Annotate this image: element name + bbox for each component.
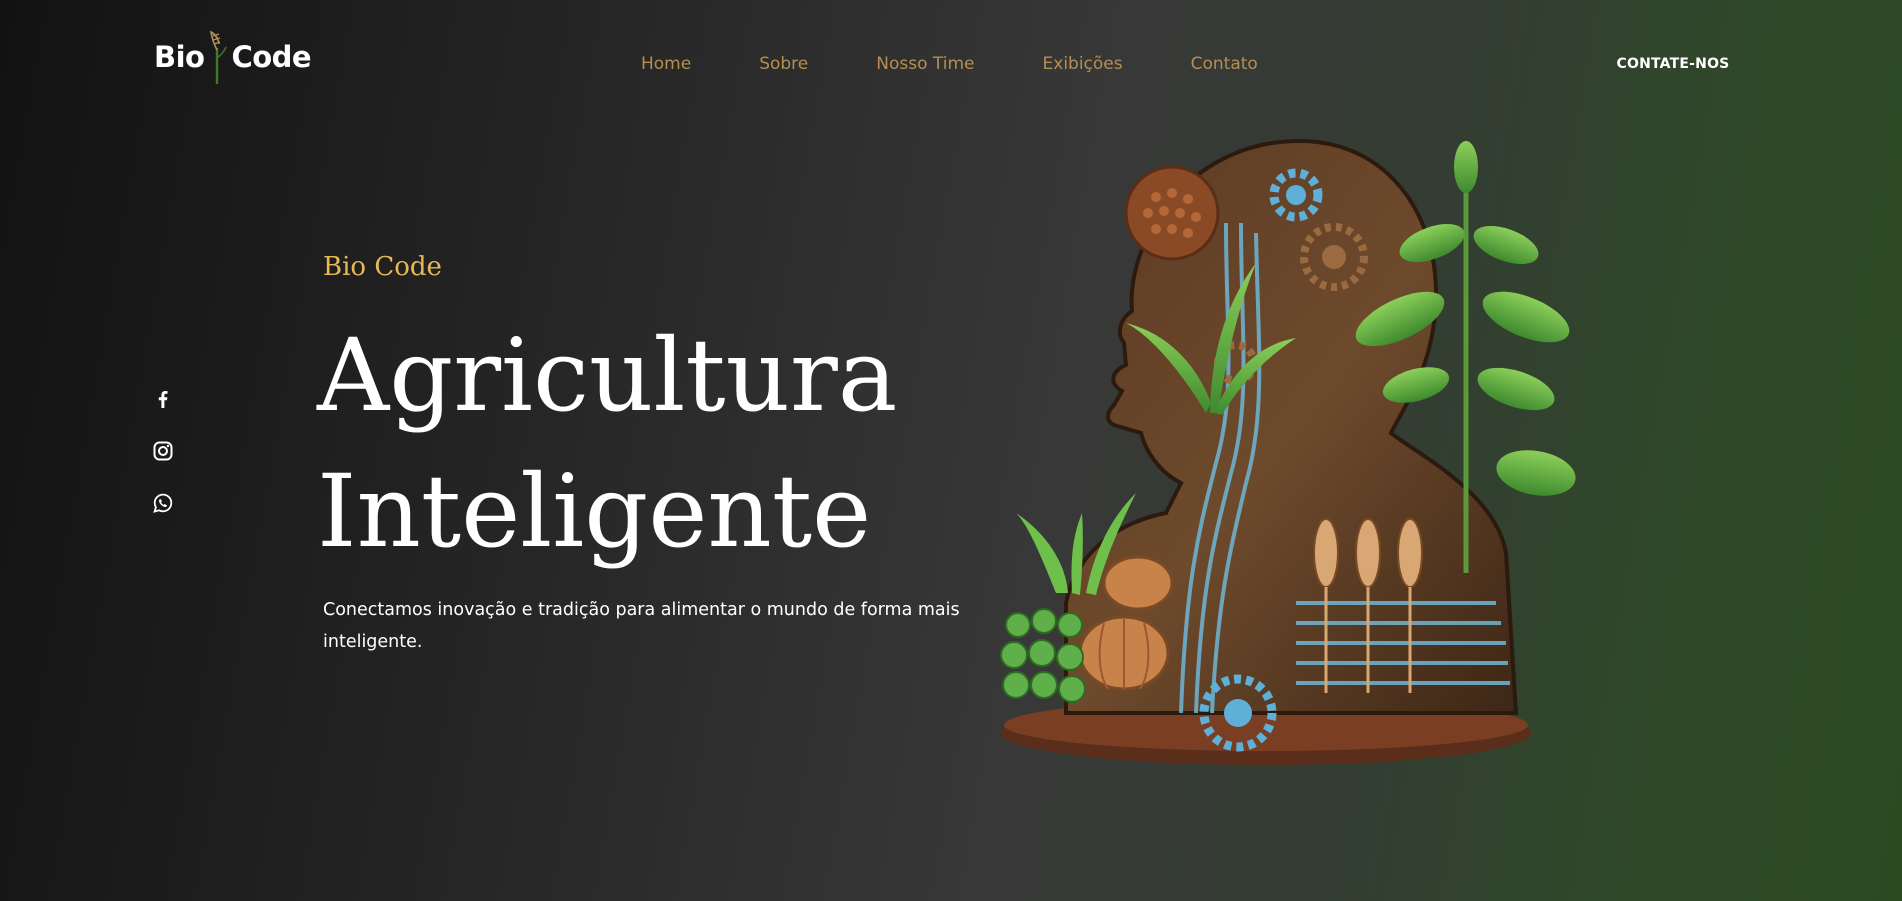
nav-home[interactable]: Home [641,52,691,76]
hero-headline-line2: Inteligente [317,453,872,570]
bio-tech-head-illustration [1000,138,1576,765]
hero-headline: Agricultura Inteligente [317,308,897,580]
hero-illustration [996,133,1576,773]
hero-subtitle: Conectamos inovação e tradição para alim… [323,600,960,652]
main-nav: Home Sobre Nosso Time Exibições Contato [641,52,1258,76]
facebook-icon[interactable] [152,388,174,410]
nav-sobre[interactable]: Sobre [759,52,808,76]
contact-us-button[interactable]: CONTATE-NOS [1610,52,1736,76]
sprout-icon [210,30,228,84]
hero-headline-line1: Agricultura [317,317,898,434]
nav-contato[interactable]: Contato [1191,52,1258,76]
brand-logo[interactable]: Bio Code [154,28,312,86]
hero-eyebrow: Bio Code [323,252,442,282]
instagram-icon[interactable] [152,440,174,462]
brand-name-part1: Bio [154,40,205,74]
whatsapp-icon[interactable] [152,492,174,514]
nav-exibicoes[interactable]: Exibições [1043,52,1123,76]
site-header: Bio Code Home Sobre Nosso Time Exibições… [0,0,1902,128]
nav-nosso-time[interactable]: Nosso Time [876,52,974,76]
brand-name-part2: Code [231,40,312,74]
